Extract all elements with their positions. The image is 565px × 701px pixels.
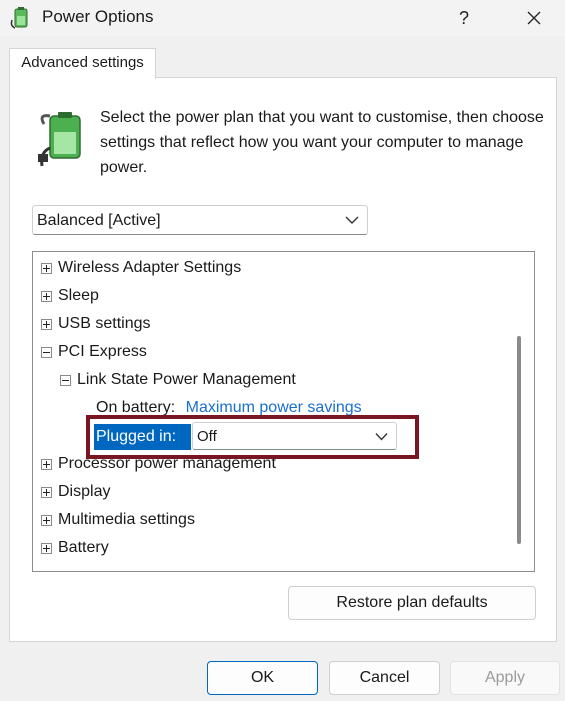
collapse-minus-icon[interactable] bbox=[41, 347, 52, 358]
ok-button[interactable]: OK bbox=[207, 661, 318, 695]
settings-tree[interactable]: Wireless Adapter Settings Sleep USB sett… bbox=[32, 251, 535, 572]
expand-plus-icon[interactable] bbox=[41, 515, 52, 526]
expand-plus-icon[interactable] bbox=[41, 319, 52, 330]
expand-plus-icon[interactable] bbox=[41, 543, 52, 554]
cancel-button[interactable]: Cancel bbox=[329, 661, 440, 695]
collapse-minus-icon[interactable] bbox=[60, 375, 71, 386]
power-plan-value: Balanced [Active] bbox=[37, 212, 161, 229]
tree-item-label: Multimedia settings bbox=[58, 511, 195, 528]
plugged-in-value: Off bbox=[197, 428, 217, 445]
tab-advanced-settings[interactable]: Advanced settings bbox=[9, 48, 156, 79]
battery-plug-icon bbox=[38, 112, 81, 167]
on-battery-value-link[interactable]: Maximum power savings bbox=[186, 399, 362, 416]
expand-plus-icon[interactable] bbox=[41, 487, 52, 498]
chevron-down-icon bbox=[345, 216, 359, 224]
help-button[interactable]: ? bbox=[452, 4, 476, 32]
window-title: Power Options bbox=[42, 7, 154, 26]
setting-on-battery: On battery: Maximum power savings bbox=[96, 396, 362, 420]
tree-item-label: Processor power management bbox=[58, 455, 276, 472]
tree-item-label: Display bbox=[58, 483, 111, 500]
expand-plus-icon[interactable] bbox=[41, 263, 52, 274]
expand-plus-icon[interactable] bbox=[41, 291, 52, 302]
restore-plan-defaults-button[interactable]: Restore plan defaults bbox=[288, 586, 536, 620]
tree-item-label: Sleep bbox=[58, 287, 99, 304]
power-plan-select[interactable]: Balanced [Active] bbox=[32, 205, 368, 235]
plugged-in-select[interactable]: Off bbox=[192, 422, 397, 450]
plugged-in-label[interactable]: Plugged in: bbox=[94, 424, 191, 450]
close-icon bbox=[527, 11, 541, 25]
tree-item-label: Wireless Adapter Settings bbox=[58, 259, 242, 276]
tree-item-label: USB settings bbox=[58, 315, 151, 332]
tree-item-label: PCI Express bbox=[58, 343, 147, 360]
title-bar: Power Options ? bbox=[0, 0, 565, 36]
tree-scrollbar[interactable] bbox=[517, 336, 521, 544]
on-battery-label: On battery: bbox=[96, 399, 176, 416]
chevron-down-icon bbox=[375, 433, 388, 441]
apply-button[interactable]: Apply bbox=[450, 661, 560, 695]
tree-item-label: Battery bbox=[58, 539, 109, 556]
description-text: Select the power plan that you want to c… bbox=[100, 109, 544, 176]
tree-item-label: Link State Power Management bbox=[77, 371, 296, 388]
power-options-icon bbox=[10, 7, 28, 29]
expand-plus-icon[interactable] bbox=[41, 459, 52, 470]
close-button[interactable] bbox=[518, 4, 550, 32]
